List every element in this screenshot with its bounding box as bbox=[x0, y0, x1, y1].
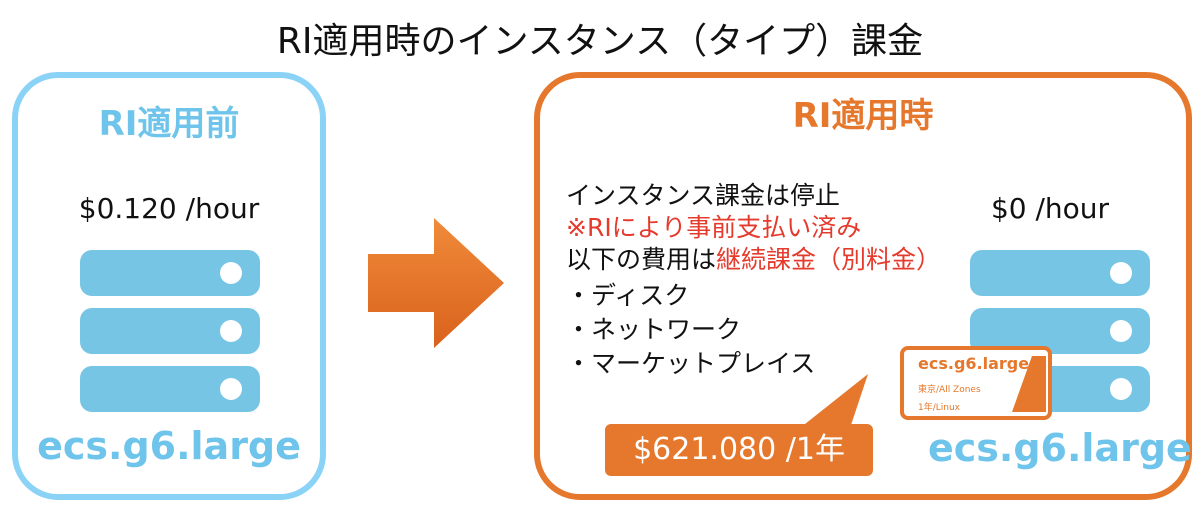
after-ri-instance-type: ecs.g6.large bbox=[928, 426, 1192, 470]
continued-billing-highlight: 継続課金（別料金） bbox=[716, 245, 942, 274]
continued-billing-line: 以下の費用は継続課金（別料金） bbox=[566, 240, 941, 276]
after-ri-price: $0 /hour bbox=[990, 192, 1110, 225]
arrow-right-icon bbox=[368, 218, 504, 348]
server-unit bbox=[80, 250, 260, 296]
before-ri-instance-type: ecs.g6.large bbox=[37, 424, 301, 468]
instance-billing-stopped: インスタンス課金は停止 bbox=[566, 181, 841, 210]
server-led bbox=[220, 320, 242, 342]
prepaid-note: ※RIにより事前支払い済み bbox=[566, 213, 862, 242]
ri-card-stripe bbox=[1012, 356, 1046, 412]
server-unit bbox=[970, 250, 1150, 296]
after-ri-title: RI適用時 bbox=[792, 96, 934, 136]
ri-card-term: 1年/Linux bbox=[918, 403, 961, 413]
ri-card-region: 東京/All Zones bbox=[918, 385, 981, 395]
before-ri-price: $0.120 /hour bbox=[78, 192, 260, 225]
server-led bbox=[1110, 378, 1132, 400]
continued-billing-prefix: 以下の費用は bbox=[566, 245, 717, 274]
server-unit bbox=[80, 308, 260, 354]
before-ri-title: RI適用前 bbox=[98, 104, 240, 144]
reserved-instance-cost: $621.080 /1年 bbox=[605, 424, 873, 476]
list-item-network: ・ネットワーク bbox=[566, 315, 742, 344]
server-unit bbox=[80, 366, 260, 412]
page-title: RI適用時のインスタンス（タイプ）課金 bbox=[276, 21, 924, 62]
server-led bbox=[220, 262, 242, 284]
server-led bbox=[1110, 320, 1132, 342]
server-led bbox=[220, 378, 242, 400]
speech-bubble-tail bbox=[800, 374, 868, 428]
server-led bbox=[1110, 262, 1132, 284]
list-item-disk: ・ディスク bbox=[566, 281, 690, 310]
ri-card: ecs.g6.large 東京/All Zones 1年/Linux bbox=[900, 346, 1052, 420]
